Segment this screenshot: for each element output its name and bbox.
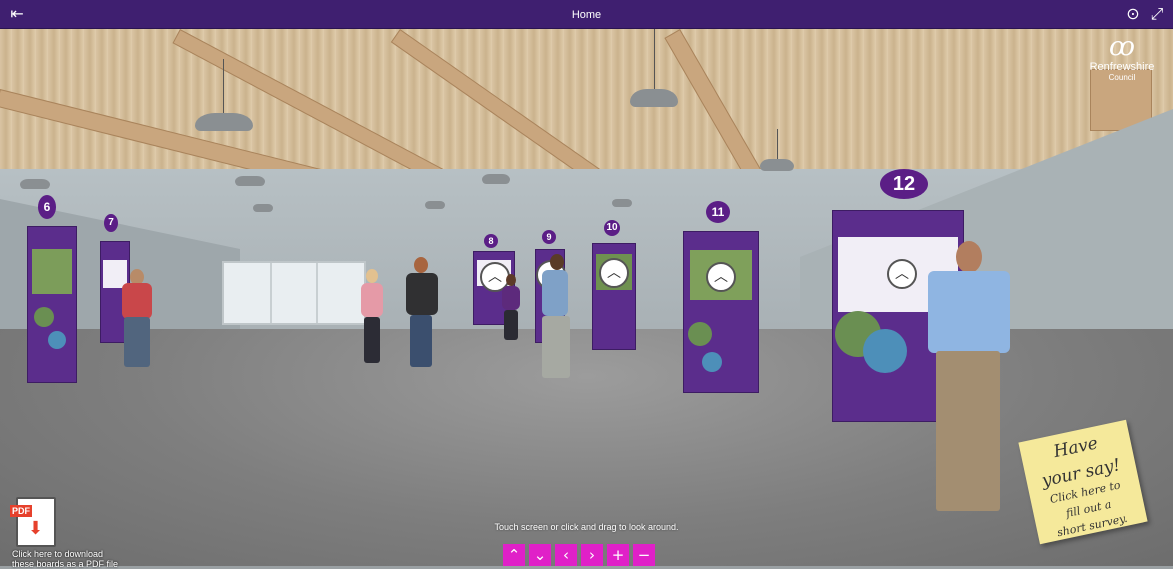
page-title: Home — [571, 9, 602, 21]
ceiling-lamp — [425, 201, 445, 209]
fullscreen-icon[interactable]: ⤢ — [1146, 4, 1168, 24]
virtual-exhibition-scene[interactable]: 6 7 8 ︿ 9 ︿ 10 ︿ 11 ︿ 12 ︿ — [0, 29, 1173, 566]
pdf-download-caption[interactable]: Click here to download these boards as a… — [12, 549, 152, 569]
council-logo-icon: ꝏ — [1109, 32, 1135, 62]
chevron-up-icon[interactable]: ⌃ — [503, 544, 525, 566]
ceiling-lamp — [760, 159, 794, 171]
board-number-12: 12 — [880, 169, 928, 199]
board-6[interactable] — [27, 226, 77, 383]
window — [222, 261, 366, 325]
chevron-right-icon[interactable]: › — [581, 544, 603, 566]
top-bar: ⇤ Home ⊙ ⤢ — [0, 0, 1173, 29]
ceiling-lamp — [253, 204, 273, 212]
zoom-out-icon[interactable]: − — [633, 544, 655, 566]
ceiling-lamp — [612, 199, 632, 207]
ceiling-lamp — [482, 174, 510, 184]
board-number-11: 11 — [706, 201, 730, 223]
navigation-controls: ⌃ ⌄ ‹ › + − — [503, 544, 655, 566]
visitor-figure — [532, 254, 582, 384]
chevron-left-icon[interactable]: ‹ — [555, 544, 577, 566]
pdf-badge: PDF — [10, 505, 32, 517]
council-logo: ꝏ Renfrewshire Council — [1077, 33, 1167, 82]
board-number-7: 7 — [104, 214, 118, 232]
ceiling-lamp — [20, 179, 50, 189]
ceiling-lamp — [630, 89, 678, 107]
board-11[interactable]: ︿ — [683, 231, 759, 393]
visitor-figure — [908, 241, 1038, 521]
board-number-6: 6 — [38, 195, 56, 219]
visitor-figure — [402, 257, 442, 372]
board-number-10: 10 — [604, 220, 620, 236]
navigation-hint: Touch screen or click and drag to look a… — [494, 522, 679, 532]
view-board-11-icon[interactable]: ︿ — [706, 262, 736, 292]
zoom-in-icon[interactable]: + — [607, 544, 629, 566]
board-10[interactable]: ︿ — [592, 243, 636, 350]
ceiling-lamp — [195, 113, 253, 131]
ceiling-lamp — [235, 176, 265, 186]
board-number-8: 8 — [484, 234, 498, 248]
board-number-9: 9 — [542, 230, 556, 244]
visitor-figure — [358, 269, 388, 369]
visitor-figure — [114, 269, 164, 369]
view-board-10-icon[interactable]: ︿ — [599, 258, 629, 288]
visitor-figure — [500, 274, 524, 344]
chevron-down-icon[interactable]: ⌄ — [529, 544, 551, 566]
play-circle-icon[interactable]: ⊙ — [1122, 4, 1144, 24]
